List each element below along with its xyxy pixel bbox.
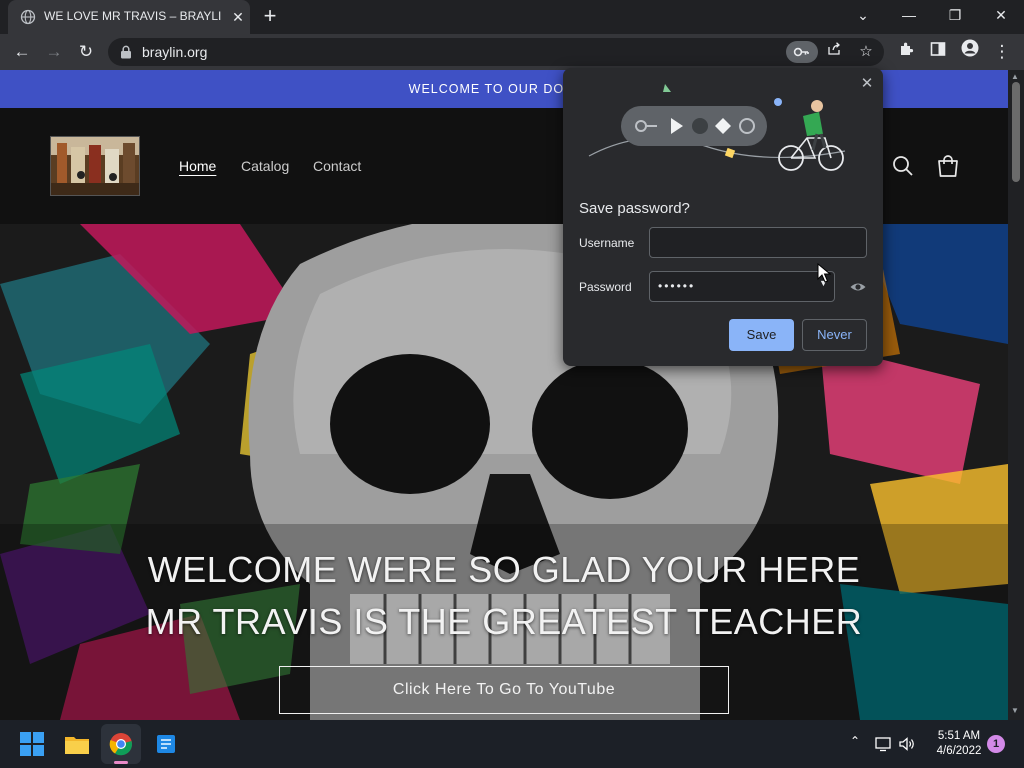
- extensions-icon[interactable]: [892, 38, 920, 66]
- cart-icon[interactable]: [934, 152, 962, 180]
- volume-icon[interactable]: [898, 735, 916, 753]
- browser-toolbar: ← → ↻ braylin.org ☆ ⋮: [0, 34, 1024, 70]
- youtube-button[interactable]: Click Here To Go To YouTube: [279, 666, 729, 714]
- scroll-down-icon[interactable]: ▼: [1011, 706, 1019, 715]
- scroll-up-icon[interactable]: ▲: [1011, 72, 1019, 81]
- eye-icon[interactable]: [849, 278, 867, 296]
- restore-button[interactable]: ❐: [932, 0, 978, 30]
- browser-tab[interactable]: WE LOVE MR TRAVIS – BRAYLIN.ORG ✕: [8, 0, 250, 34]
- clock-time: 5:51 AM: [937, 730, 981, 742]
- menu-icon[interactable]: ⋮: [988, 38, 1016, 66]
- side-panel-icon[interactable]: [924, 38, 952, 66]
- password-illustration: [588, 84, 846, 171]
- page-scrollbar[interactable]: ▲ ▼: [1008, 70, 1024, 720]
- chrome-icon: [109, 733, 133, 756]
- save-password-dialog: ✕ Save password? Username Password •••••…: [563, 68, 883, 366]
- app-icon[interactable]: [150, 728, 182, 760]
- chevron-up-icon[interactable]: ⌃: [846, 734, 864, 752]
- tab-strip: WE LOVE MR TRAVIS – BRAYLIN.ORG ✕ + ⌄ — …: [0, 0, 1024, 34]
- tab-search-icon[interactable]: ⌄: [840, 0, 886, 30]
- site-logo[interactable]: [50, 136, 140, 196]
- network-icon[interactable]: [874, 735, 892, 753]
- chrome-taskbar-item[interactable]: [101, 724, 141, 764]
- nav-home[interactable]: Home: [179, 158, 216, 174]
- globe-icon: [20, 9, 36, 25]
- profile-icon[interactable]: [956, 38, 984, 66]
- notification-badge[interactable]: 1: [987, 735, 1005, 753]
- password-label: Password: [579, 280, 632, 294]
- clock-date: 4/6/2022: [936, 745, 982, 757]
- new-tab-button[interactable]: +: [258, 5, 282, 29]
- taskbar-clock[interactable]: 5:51 AM 4/6/2022: [928, 729, 990, 759]
- nav-catalog[interactable]: Catalog: [241, 158, 289, 174]
- back-button[interactable]: ←: [8, 38, 36, 66]
- password-field[interactable]: ••••••: [649, 271, 835, 302]
- windows-taskbar: ⌃ 5:51 AM 4/6/2022 1: [0, 720, 1024, 768]
- forward-button[interactable]: →: [40, 38, 68, 66]
- save-button[interactable]: Save: [729, 319, 794, 351]
- lock-icon[interactable]: [120, 45, 132, 59]
- close-window-button[interactable]: ✕: [978, 0, 1024, 30]
- active-indicator: [114, 761, 128, 764]
- dialog-title: Save password?: [579, 200, 690, 217]
- star-icon[interactable]: ☆: [854, 41, 878, 63]
- minimize-button[interactable]: —: [886, 0, 932, 30]
- share-icon[interactable]: [822, 41, 846, 63]
- mouse-cursor-icon: [817, 263, 831, 283]
- scrollbar-thumb[interactable]: [1012, 82, 1020, 182]
- reload-button[interactable]: ↻: [72, 38, 100, 66]
- never-button[interactable]: Never: [802, 319, 867, 351]
- dialog-close-icon[interactable]: ✕: [855, 72, 879, 96]
- username-label: Username: [579, 236, 635, 250]
- nav-contact[interactable]: Contact: [313, 158, 361, 174]
- username-field[interactable]: [649, 227, 867, 258]
- tab-close-icon[interactable]: ✕: [230, 9, 246, 25]
- search-icon[interactable]: [890, 153, 916, 179]
- address-bar[interactable]: braylin.org ☆: [108, 38, 884, 66]
- tab-title: WE LOVE MR TRAVIS – BRAYLIN.ORG: [44, 9, 222, 23]
- key-icon[interactable]: [786, 41, 818, 63]
- file-explorer-icon[interactable]: [61, 728, 93, 760]
- windows-start-icon[interactable]: [16, 728, 48, 760]
- hero-title: WELCOME WERE SO GLAD YOUR HERE MR TRAVIS…: [145, 549, 863, 642]
- url-text[interactable]: braylin.org: [142, 44, 207, 60]
